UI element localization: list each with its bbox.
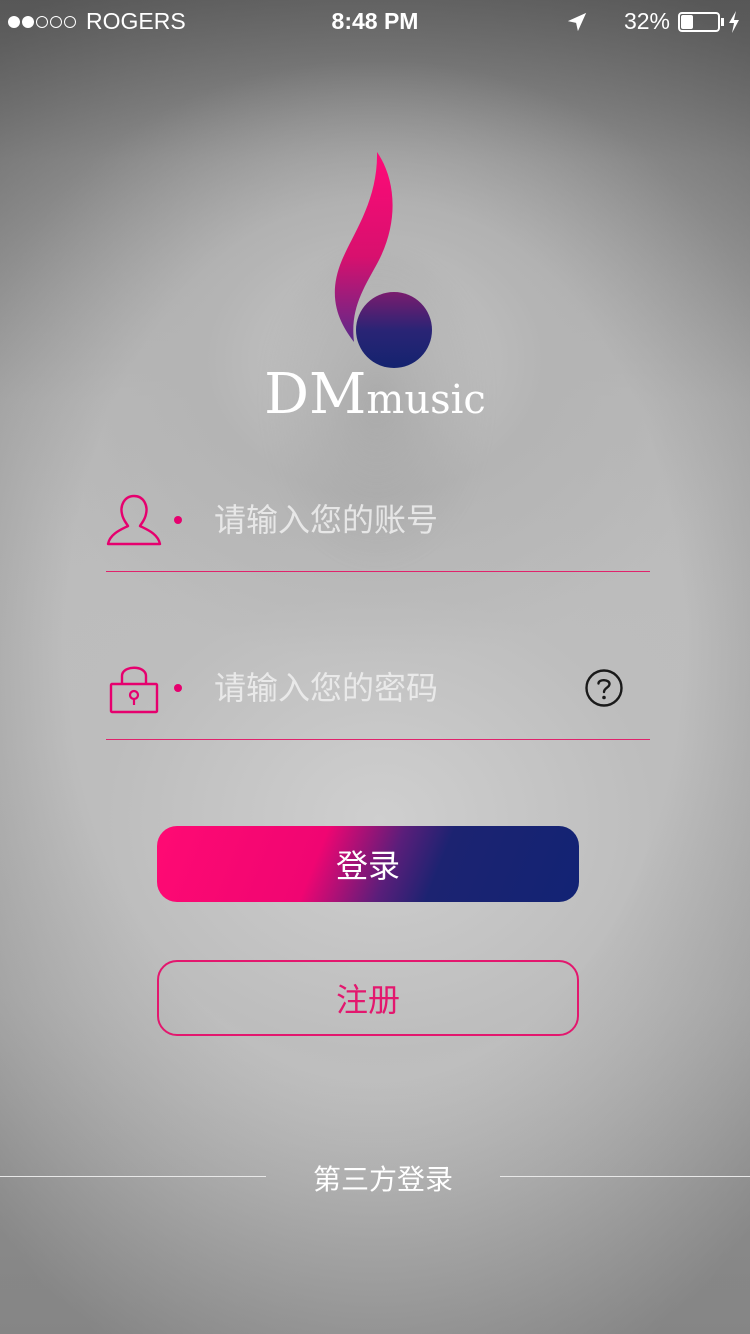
password-input[interactable] (212, 662, 576, 714)
login-button[interactable]: 登录 (157, 826, 579, 902)
battery-cap (721, 17, 724, 26)
music-note-logo-icon (334, 152, 432, 368)
password-row (106, 660, 650, 740)
status-right: 32% (566, 8, 740, 35)
battery-icon (678, 11, 720, 32)
user-icon (106, 494, 162, 546)
question-circle-icon[interactable] (584, 668, 624, 708)
account-row (106, 492, 650, 572)
lock-icon (109, 666, 159, 714)
status-bar: ROGERS 8:48 PM 32% (0, 0, 750, 42)
location-arrow-icon (567, 12, 587, 31)
register-button[interactable]: 注册 (157, 960, 579, 1036)
logo-text-music: music (366, 377, 486, 423)
logo-text-dm: DM (264, 362, 367, 427)
app-logo-text: DMmusic (0, 362, 750, 427)
account-input[interactable] (212, 494, 576, 546)
field-bullet (174, 516, 182, 524)
charging-bolt-icon (729, 10, 739, 33)
third-party-login: 第三方登录 (0, 1156, 750, 1200)
field-bullet (174, 684, 182, 692)
battery-percent: 32% (623, 8, 670, 34)
account-underline (106, 571, 650, 572)
third-party-login-label[interactable]: 第三方登录 (266, 1158, 500, 1198)
battery-level (681, 14, 694, 29)
divider-line-right (500, 1176, 750, 1177)
divider-line-left (0, 1176, 266, 1177)
password-underline (106, 739, 650, 740)
